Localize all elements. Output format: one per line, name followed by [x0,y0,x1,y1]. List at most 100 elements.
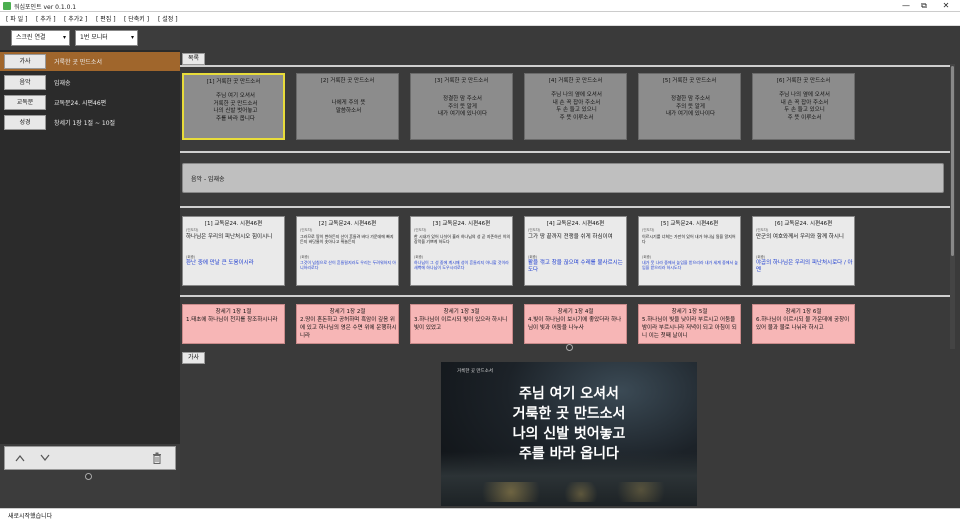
responsive-reading-slide[interactable]: [4] 교독문24. 시편46편 (인도자) 그가 땅 끝까지 전쟁을 쉬게 하… [524,216,627,286]
minimize-button[interactable]: — [896,1,916,11]
chevron-down-icon: ▾ [62,34,66,41]
leader-tag: (인도자) [186,228,199,232]
menu-bar: [ 파 일 ] [ 추가 ] [ 추가2 ] [ 편집 ] [ 단축키 ] [ … [0,12,960,26]
lyrics-button[interactable]: 가사 [4,54,46,69]
congregation-line: 활을 꺾고 창을 끊으며 수레를 불사르시는도다 [528,260,623,273]
leader-tag: (인도자) [300,228,313,232]
slide-title: [2] 교독문24. 시편46편 [318,221,377,227]
leader-line: 그러므로 땅이 변하든지 산이 흔들려 바다 가운데에 빠지든지 바닷물이 솟아… [300,234,394,244]
leader-tag: (인도자) [756,228,769,232]
service-item-list: 가사 거룩한 곳 만드소서 음악 임재송 교독문 교독문24. 시편46편 성경… [0,50,180,444]
lyric-slide[interactable]: [5] 거룩한 곳 만드소서 정결한 맘 주소서 주의 뜻 알게 내가 여기에 … [638,73,741,140]
leader-tag: (인도자) [642,228,655,232]
up-arrow-icon[interactable] [15,454,25,462]
responsive-reading-slide[interactable]: [5] 교독문24. 시편46편 (인도자) 이르시기를 너희는 가만히 있어 … [638,216,741,286]
responsive-reading-slide[interactable]: [1] 교독문24. 시편46편 (인도자) 하나님은 우리의 피난처시오 힘이… [182,216,285,286]
menu-add2[interactable]: [ 추가2 ] [64,14,87,23]
responsive-reading-button[interactable]: 교독문 [4,95,46,110]
responsive-reading-slide[interactable]: [6] 교독문24. 시편46편 (인도자) 만군의 여호와께서 우리와 함께 … [752,216,855,286]
display-mode-select[interactable]: 스크린 연결 ▾ [11,30,70,46]
menu-add[interactable]: [ 추가 ] [36,14,56,23]
bible-verse-slide[interactable]: 창세기 1장 2절 2.땅이 혼돈하고 공허하며 흑암이 깊음 위에 있고 하나… [296,304,399,344]
list-item-responsive-reading[interactable]: 교독문 교독문24. 시편46편 [0,93,180,112]
music-button[interactable]: 음악 [4,75,46,90]
monitor-value: 1번 모니터 [80,34,108,41]
slide-body: 정결한 맘 주소서 주의 뜻 알게 내가 여기에 있나이다 [437,96,488,117]
congregation-line: 환난 중에 만날 큰 도움이시라 [186,260,254,266]
leader-line: 이르시기를 너희는 가만히 있어 내가 하나님 됨을 알지어다 [642,234,736,244]
slide-body: 주님 나의 옆에 오셔서 내 손 꼭 잡아 주소서 두 손 들고 있으니 주 뜻… [779,92,830,121]
slide-title: [6] 거룩한 곳 만드소서 [776,78,831,84]
lyric-slide[interactable]: [1] 거룩한 곳 만드소서 주님 여기 오셔서 거룩한 곳 만드소서 나의 신… [182,73,285,140]
maximize-button[interactable]: ⧉ [914,1,934,11]
leader-line: 한 시내가 있어 나뉘어 흘러 하나님의 성 곧 지존하신 이의 장막을 기쁘게… [414,234,511,244]
leader-line: 그가 땅 끝까지 전쟁을 쉬게 하심이여 [528,234,613,240]
monitor-select[interactable]: 1번 모니터 ▾ [75,30,138,46]
bible-verse-slide[interactable]: 창세기 1장 1절 1.태초에 하나님이 천지를 창조하시니라 [182,304,285,344]
window-title: 워십포인트 ver 0.1.0.1 [14,4,77,11]
divider [180,295,950,297]
slide-title: 창세기 1장 3절 [443,309,480,315]
music-item-label: 음악 - 임재송 [191,176,225,183]
menu-shortcut[interactable]: [ 단축키 ] [124,14,149,23]
slide-body: 주님 나의 옆에 오셔서 내 손 꼭 잡아 주소서 두 손 들고 있으니 주 뜻… [551,92,602,121]
bible-verse-slide[interactable]: 창세기 1장 3절 3.하나님이 이르시되 빛이 있으라 하시니 빛이 있었고 [410,304,513,344]
lyric-slide[interactable]: [6] 거룩한 곳 만드소서 주님 나의 옆에 오셔서 내 손 꼭 잡아 주소서… [752,73,855,140]
lyric-slide[interactable]: [4] 거룩한 곳 만드소서 주님 나의 옆에 오셔서 내 손 꼭 잡아 주소서… [524,73,627,140]
divider [180,151,950,153]
slide-title: [1] 거룩한 곳 만드소서 [206,79,261,85]
slide-title: [5] 거룩한 곳 만드소서 [662,78,717,84]
slide-title: [5] 교독문24. 시편46편 [660,221,719,227]
list-item-music[interactable]: 음악 임재송 [0,73,180,92]
status-bar: 새로시작했습니다 [0,508,960,520]
slide-title: 창세기 1장 6절 [785,309,822,315]
trash-icon[interactable] [152,452,162,464]
lyric-slide[interactable]: [2] 거룩한 곳 만드소서 나에게 주의 뜻 말씀하소서 [296,73,399,140]
congregation-line: 하나님이 그 성 중에 계시매 성이 흔들리지 아니할 것이라 새벽에 하나님이… [414,260,509,270]
tab-preview[interactable]: 가사 [182,352,206,364]
leader-line: 하나님은 우리의 피난처시오 힘이시니 [186,234,273,240]
list-action-bar [4,446,176,470]
bible-verse-slide[interactable]: 창세기 1장 4절 4.빛이 하나님이 보시기에 좋았더라 하나님이 빛과 어둠… [524,304,627,344]
slide-body: 정결한 맘 주소서 주의 뜻 알게 내가 여기에 있나이다 [665,96,716,117]
bible-verse-slide[interactable]: 창세기 1장 6절 6.하나님이 이르시되 물 가운데에 궁창이 있어 물과 물… [752,304,855,344]
chevron-down-icon: ▾ [130,34,134,41]
splitter-handle[interactable] [566,344,573,351]
app-logo-icon [3,2,11,10]
lyric-line: 나의 신발 벗어놓고 [512,426,626,442]
leader-line: 만군의 여호와께서 우리와 함께 하시니 [756,234,844,240]
slide-title: [6] 교독문24. 시편46편 [774,221,833,227]
bible-button[interactable]: 성경 [4,115,46,130]
preview-lyrics: 주님 여기 오셔서 거룩한 곳 만드소서 나의 신발 벗어놓고 주를 바라 옵니… [441,384,697,464]
lyric-slide[interactable]: [3] 거룩한 곳 만드소서 정결한 맘 주소서 주의 뜻 알게 내가 여기에 … [410,73,513,140]
scrollbar-thumb[interactable] [951,66,954,256]
slide-title: [2] 거룩한 곳 만드소서 [320,78,375,84]
divider [180,206,950,208]
responsive-reading-slide[interactable]: [3] 교독문24. 시편46편 (인도자) 한 시내가 있어 나뉘어 흘러 하… [410,216,513,286]
slide-title: 창세기 1장 1절 [215,309,252,315]
close-button[interactable]: ✕ [936,1,956,11]
congregation-line: 내가 뭇 나라 중에서 높임을 받으리라 내가 세계 중에서 높임을 받으리라 … [642,260,739,270]
list-item-bible[interactable]: 성경 창세기 1장 1절 ~ 10절 [0,113,180,132]
background-lights [471,482,671,502]
music-item-bar[interactable]: 음악 - 임재송 [182,163,944,193]
congregation-line: 야곱의 하나님은 우리의 피난처시로다 / 아멘 [756,260,853,273]
panel-resize-handle[interactable] [85,473,92,480]
tab-contents[interactable]: 목록 [182,53,206,65]
slide-title: [3] 교독문24. 시편46편 [432,221,491,227]
lyric-line: 거룩한 곳 만드소서 [512,406,626,422]
slide-body: 나에게 주의 뜻 말씀하소서 [331,100,366,114]
bible-verse-slide[interactable]: 창세기 1장 5절 5.하나님이 빛을 낮이라 부르시고 어둠을 밤이라 부르시… [638,304,741,344]
list-item-lyrics[interactable]: 가사 거룩한 곳 만드소서 [0,52,180,71]
menu-edit[interactable]: [ 편집 ] [96,14,116,23]
menu-file[interactable]: [ 파 일 ] [6,14,27,23]
slide-body: 5.하나님이 빛을 낮이라 부르시고 어둠을 밤이라 부르시니라 저녁이 되고 … [642,317,737,339]
slide-body: 3.하나님이 이르시되 빛이 있으라 하시니 빛이 있었고 [414,317,508,331]
down-arrow-icon[interactable] [40,454,50,462]
list-item-label: 거룩한 곳 만드소서 [54,59,102,66]
menu-settings[interactable]: [ 설정 ] [158,14,178,23]
responsive-reading-slide[interactable]: [2] 교독문24. 시편46편 (인도자) 그러므로 땅이 변하든지 산이 흔… [296,216,399,286]
list-item-label: 창세기 1장 1절 ~ 10절 [54,120,116,127]
lyric-line: 주를 바라 옵니다 [519,446,619,462]
slide-body: 주님 여기 오셔서 거룩한 곳 만드소서 나의 신발 벗어놓고 주를 바라 옵니… [213,93,258,122]
